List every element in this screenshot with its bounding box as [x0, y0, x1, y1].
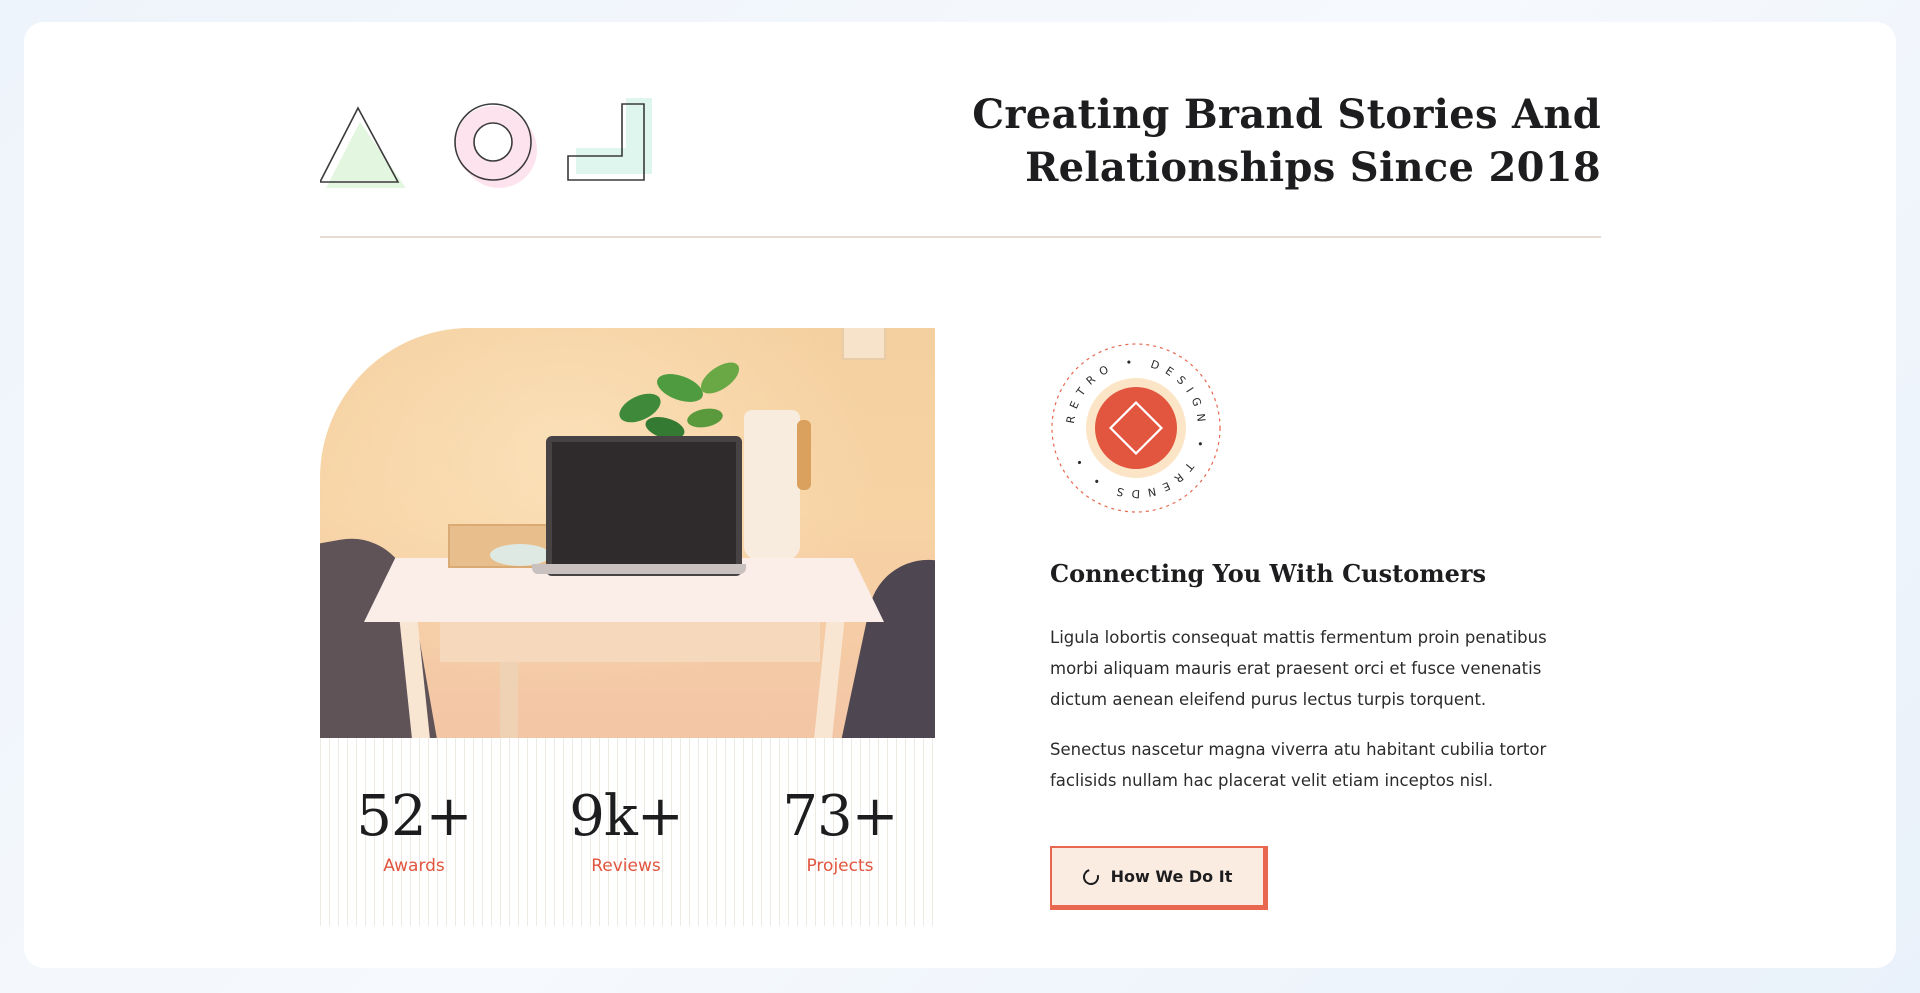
page-title: Creating Brand Stories And Relationships… — [921, 88, 1601, 194]
divider — [320, 236, 1601, 238]
photo-desk-leg — [500, 662, 518, 738]
body-paragraph-1: Ligula lobortis consequat mattis ferment… — [1050, 628, 1547, 709]
photo-wall-switch — [842, 328, 886, 360]
photo-vase — [744, 410, 800, 560]
photo-desk-apron — [440, 622, 820, 662]
stat-value: 73+ — [782, 784, 898, 849]
headline-line-1: Creating Brand Stories And — [972, 91, 1601, 138]
circle-icon — [454, 103, 537, 188]
stat-reviews: 9k+ Reviews — [526, 786, 726, 878]
cta-label: How We Do It — [1110, 867, 1233, 886]
stat-value: 9k+ — [569, 784, 683, 849]
stat-label: Awards — [383, 856, 445, 876]
photo-headphones — [490, 544, 550, 566]
workspace-photo — [320, 328, 935, 738]
stat-awards: 52+ Awards — [314, 786, 514, 878]
decorative-shapes — [320, 82, 660, 192]
stats-panel: 52+ Awards 9k+ Reviews 73+ Projects — [320, 738, 935, 926]
body-paragraph-2: Senectus nascetur magna viverra atu habi… — [1050, 740, 1547, 790]
photo-laptop-screen — [546, 436, 742, 576]
stat-label: Projects — [806, 856, 874, 876]
l-shape-icon — [567, 98, 652, 181]
section-subheading: Connecting You With Customers — [1050, 559, 1487, 588]
stat-projects: 73+ Projects — [740, 786, 940, 878]
headline-line-2: Relationships Since 2018 — [1025, 144, 1601, 191]
photo-laptop-base — [532, 564, 746, 574]
triangle-icon — [320, 106, 406, 188]
stat-value: 52+ — [356, 784, 472, 849]
how-we-do-it-button[interactable]: How We Do It — [1050, 846, 1268, 910]
stat-label: Reviews — [591, 856, 661, 876]
content-card: Creating Brand Stories And Relationships… — [24, 22, 1896, 968]
section-inner: Creating Brand Stories And Relationships… — [320, 22, 1601, 968]
plant-leaves — [619, 362, 740, 439]
photo-vase-handle — [797, 420, 811, 490]
retro-design-badge: RETRO • DESIGN • TRENDS • • — [1051, 343, 1221, 513]
loading-circle-icon — [1079, 865, 1102, 888]
